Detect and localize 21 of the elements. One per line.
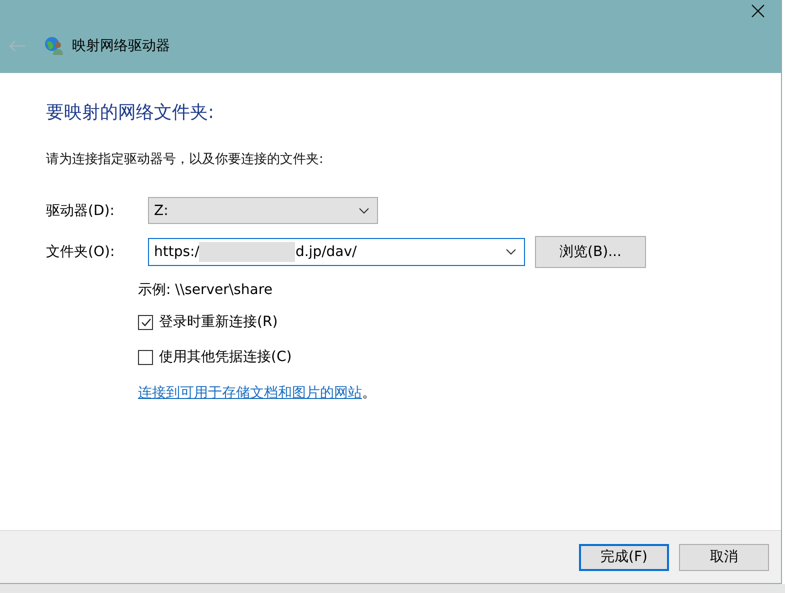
close-icon[interactable]	[751, 4, 765, 18]
link-period: 。	[362, 385, 376, 401]
window-title: 映射网络驱动器	[72, 37, 170, 55]
website-link[interactable]: 连接到可用于存储文档和图片的网站	[138, 385, 362, 401]
example-text: 示例: \\server\share	[138, 281, 274, 299]
folder-label: 文件夹(O):	[46, 243, 116, 261]
drive-label: 驱动器(D):	[46, 202, 116, 220]
checkbox-label: 登录时重新连接(R)	[159, 313, 278, 331]
chevron-down-icon	[506, 249, 516, 255]
instruction-text: 请为连接指定驱动器号，以及你要连接的文件夹:	[46, 151, 324, 168]
browse-button[interactable]: 浏览(B)...	[535, 236, 646, 268]
folder-combo-field[interactable]: https:/ d.jp/dav/	[148, 238, 525, 266]
checkbox-label: 使用其他凭据连接(C)	[159, 348, 292, 366]
drive-dropdown[interactable]: Z:	[148, 197, 378, 224]
dialog-button[interactable]: 完成(F)	[579, 544, 669, 570]
checkbox[interactable]	[138, 350, 153, 364]
checkbox[interactable]	[138, 314, 153, 330]
dialog-heading: 要映射的网络文件夹:	[46, 101, 216, 124]
network-drive-icon	[44, 36, 64, 56]
chevron-down-icon	[359, 208, 369, 214]
dialog-button[interactable]: 取消	[679, 544, 769, 570]
